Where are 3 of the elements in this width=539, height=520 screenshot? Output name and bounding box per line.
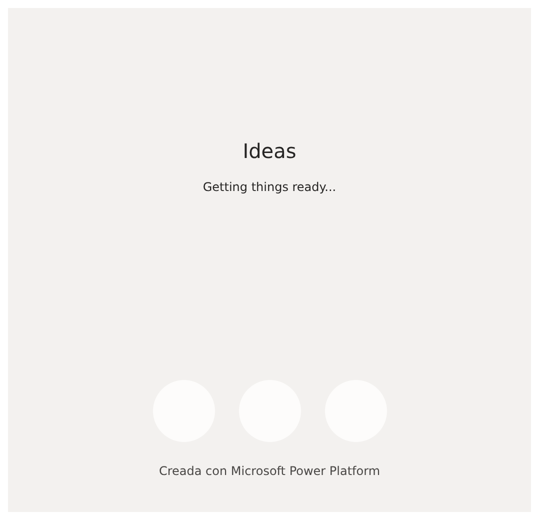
footer-text: Creada con Microsoft Power Platform (158, 463, 380, 480)
status-text: Getting things ready... (202, 179, 336, 196)
app-title: Ideas (242, 138, 296, 165)
